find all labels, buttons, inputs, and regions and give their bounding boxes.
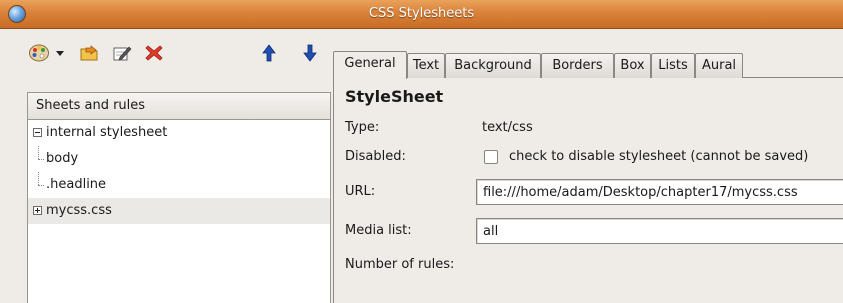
media-list-label: Media list: [345,223,412,238]
toolbar [0,40,335,78]
sheets-tree[interactable]: Sheets and rules internal stylesheet bod… [27,92,331,303]
delete-icon [145,45,163,61]
url-label: URL: [345,184,376,199]
tree-column-header[interactable]: Sheets and rules [28,93,330,120]
tab-background[interactable]: Background [445,53,541,78]
dropdown-arrow-icon [56,51,64,56]
url-field[interactable]: file:///home/adam/Desktop/chapter17/mycs… [476,179,843,205]
tree-connector [38,146,39,159]
title-bar[interactable]: CSS Stylesheets [0,0,843,29]
tab-aural[interactable]: Aural [695,53,743,78]
tree-item-label: mycss.css [46,203,112,218]
move-down-button[interactable] [297,40,323,66]
tree-connector [38,159,44,160]
tree-connector [38,185,44,186]
edit-icon [113,46,132,61]
tab-general[interactable]: General [333,51,407,79]
window-title: CSS Stylesheets [368,6,475,21]
collapse-icon[interactable] [33,128,42,137]
tree-item-label: body [46,151,79,166]
import-icon [80,45,98,61]
tree-item-headline[interactable]: .headline [28,172,330,198]
disable-stylesheet-checkbox-label[interactable]: check to disable stylesheet (cannot be s… [509,149,808,164]
tab-borders[interactable]: Borders [541,53,614,78]
delete-button[interactable] [141,40,167,66]
tab-text[interactable]: Text [407,53,445,78]
tree-item-label: .headline [46,177,107,192]
palette-button[interactable] [26,40,52,66]
move-up-button[interactable] [256,40,282,66]
palette-dropdown-button[interactable] [52,40,68,66]
disable-stylesheet-checkbox[interactable] [484,150,498,164]
type-label: Type: [345,120,380,135]
tree-connector [38,172,39,185]
tree-item-internal-stylesheet[interactable]: internal stylesheet [28,120,330,146]
tab-box[interactable]: Box [614,53,651,78]
tree-item-mycss[interactable]: mycss.css [28,198,330,224]
disabled-label: Disabled: [345,149,406,164]
move-down-icon [303,44,317,62]
tree-item-label: internal stylesheet [46,125,168,140]
type-value: text/css [482,120,533,135]
palette-icon [29,44,49,62]
edit-button[interactable] [108,40,134,66]
tree-item-body[interactable]: body [28,146,330,172]
section-title: StyleSheet [345,87,444,106]
media-list-field[interactable]: all [476,218,843,244]
import-button[interactable] [76,40,102,66]
tab-lists[interactable]: Lists [651,53,695,78]
expand-icon[interactable] [33,206,42,215]
move-up-icon [262,44,276,62]
number-of-rules-label: Number of rules: [345,257,455,272]
